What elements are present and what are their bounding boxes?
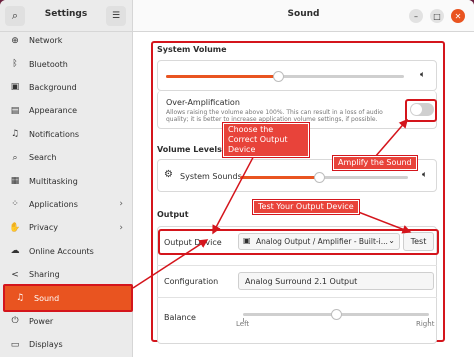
speaker-icon: 🔈︎ <box>420 70 426 80</box>
balance-left-label: Left <box>236 320 250 328</box>
appearance-icon: ▤ <box>10 105 20 116</box>
system-sounds-label: System Sounds <box>180 172 242 181</box>
balance-label: Balance <box>164 313 196 322</box>
sidebar-header: ⌕ Settings ☰ <box>0 0 132 32</box>
over-amplification-label: Over-Amplification <box>166 98 240 107</box>
sidebar-item-label: Search <box>29 153 57 163</box>
displays-icon: ▭ <box>10 339 20 350</box>
divider <box>157 297 437 298</box>
bluetooth-icon: ᛒ <box>12 59 18 70</box>
gear-icon: ⚙ <box>164 169 173 180</box>
main-header: Sound – □ ✕ <box>133 0 474 32</box>
sidebar-item-online-accounts[interactable]: ☁ Online Accounts <box>0 240 133 263</box>
close-button[interactable]: ✕ <box>451 9 465 23</box>
multitasking-icon: ▦ <box>10 176 20 187</box>
volume-levels-title: Volume Levels <box>157 145 222 154</box>
cloud-icon: ☁ <box>10 246 20 257</box>
sidebar-item-appearance[interactable]: ▤ Appearance <box>0 99 133 122</box>
system-volume-card: 🔈︎ <box>157 60 437 91</box>
sidebar-item-label: Sound <box>34 293 60 303</box>
settings-window: ⌕ Settings ☰ ⊕ Network ᛒ Bluetooth ▣ Backgrou… <box>0 0 474 357</box>
chevron-right-icon: › <box>119 222 123 233</box>
sidebar-item-label: Notifications <box>29 129 80 139</box>
close-icon: ✕ <box>454 11 462 21</box>
maximize-button[interactable]: □ <box>430 9 444 23</box>
sidebar-item-label: Displays <box>29 340 63 350</box>
sidebar-item-label: Online Accounts <box>29 246 94 256</box>
minimize-icon: – <box>414 11 418 21</box>
balance-right-label: Right <box>416 320 435 328</box>
sidebar-item-label: Sharing <box>29 270 60 280</box>
sidebar-item-network[interactable]: ⊕ Network <box>0 29 133 52</box>
sidebar-item-search[interactable]: ⌕ Search <box>0 146 133 169</box>
output-device-highlight <box>158 229 439 255</box>
sidebar-item-label: Privacy <box>29 223 58 233</box>
balance-slider[interactable] <box>331 309 342 320</box>
bell-icon: ♫ <box>10 129 20 140</box>
sidebar-item-label: Appearance <box>29 106 78 116</box>
sidebar-item-notifications[interactable]: ♫ Notifications <box>0 123 133 146</box>
background-icon: ▣ <box>10 82 20 93</box>
over-amplification-description: Allows raising the volume above 100%. Th… <box>166 109 383 123</box>
sidebar-item-background[interactable]: ▣ Background <box>0 76 133 99</box>
sidebar-item-privacy[interactable]: ✋ Privacy › <box>0 216 133 239</box>
sidebar-item-applications[interactable]: ⁘ Applications › <box>0 193 133 216</box>
hamburger-icon: ☰ <box>111 11 121 21</box>
sidebar-item-label: Background <box>29 82 77 92</box>
sidebar-item-label: Applications <box>29 199 78 209</box>
sidebar-item-label: Network <box>29 36 63 46</box>
menu-button[interactable]: ☰ <box>106 6 126 26</box>
toggle-highlight <box>405 99 437 122</box>
configuration-dropdown[interactable]: Analog Surround 2.1 Output <box>238 272 434 290</box>
system-volume-slider[interactable] <box>272 71 284 82</box>
sidebar-item-label: Multitasking <box>29 176 78 186</box>
sidebar: ⌕ Settings ☰ ⊕ Network ᛒ Bluetooth ▣ Backgrou… <box>0 0 133 357</box>
callout-test-output: Test Your Output Device <box>253 200 359 214</box>
system-volume-fill <box>166 75 278 78</box>
divider <box>157 265 437 266</box>
configuration-value: Analog Surround 2.1 Output <box>245 277 358 286</box>
callout-amplify: Amplify the Sound <box>333 156 417 170</box>
system-sounds-slider[interactable] <box>313 172 325 183</box>
network-icon: ⊕ <box>11 35 19 46</box>
applications-icon: ⁘ <box>11 199 19 210</box>
power-icon: ⏻ <box>11 316 19 327</box>
search-icon: ⌕ <box>12 152 18 163</box>
system-sounds-fill <box>240 176 319 179</box>
sidebar-item-label: Power <box>29 316 54 326</box>
sidebar-item-sound[interactable]: ♫ Sound <box>3 284 133 313</box>
chevron-right-icon: › <box>119 199 123 210</box>
sharing-icon: < <box>11 269 19 280</box>
sidebar-item-sharing[interactable]: < Sharing <box>0 263 133 286</box>
minimize-button[interactable]: – <box>409 9 423 23</box>
sidebar-item-multitasking[interactable]: ▦ Multitasking <box>0 169 133 192</box>
callout-choose-device: Choose the Correct Output Device <box>223 123 309 157</box>
speaker-icon: 🔈︎ <box>422 170 428 180</box>
privacy-icon: ✋ <box>9 222 21 233</box>
sidebar-item-bluetooth[interactable]: ᛒ Bluetooth <box>0 52 133 75</box>
sidebar-item-power[interactable]: ⏻ Power <box>0 310 133 333</box>
output-title: Output <box>157 210 189 219</box>
sidebar-item-label: Bluetooth <box>29 59 68 69</box>
sidebar-item-displays[interactable]: ▭ Displays <box>0 333 133 356</box>
maximize-icon: □ <box>433 11 441 21</box>
configuration-label: Configuration <box>164 277 219 286</box>
system-volume-title: System Volume <box>157 45 227 54</box>
music-note-icon: ♫ <box>15 293 25 304</box>
